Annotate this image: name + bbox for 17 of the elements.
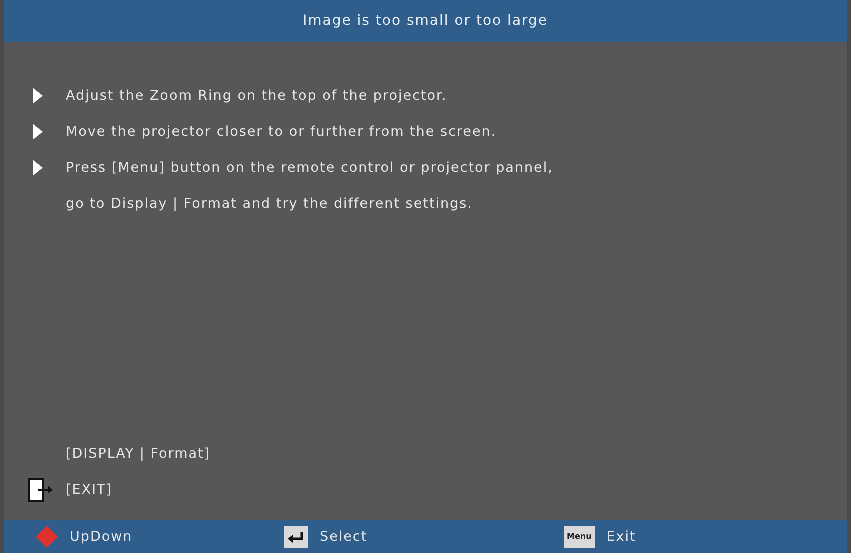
footer-hint: UpDown — [70, 528, 133, 544]
menu-path-text: [DISPLAY | Format] — [66, 446, 211, 462]
updown-icon — [36, 526, 58, 548]
enter-key-icon — [284, 526, 308, 548]
exit-link[interactable]: [EXIT] — [66, 482, 113, 498]
footer-hint: Select — [320, 528, 368, 544]
tip-text: Adjust the Zoom Ring on the top of the projector. — [66, 88, 448, 104]
bullet-icon — [32, 124, 44, 140]
window-title: Image is too small or too large — [4, 0, 847, 42]
menu-key-icon: Menu — [564, 526, 595, 548]
tip-text: Press [Menu] button on the remote control or projector pannel, — [66, 160, 554, 176]
bullet-icon — [32, 88, 44, 104]
tip-text: go to Display | Format and try the different settings. — [66, 196, 473, 212]
bullet-icon — [32, 160, 44, 176]
footer-hint: Exit — [606, 528, 636, 544]
tip-text: Move the projector closer to or further from the screen. — [66, 124, 497, 140]
exit-icon — [28, 478, 54, 502]
